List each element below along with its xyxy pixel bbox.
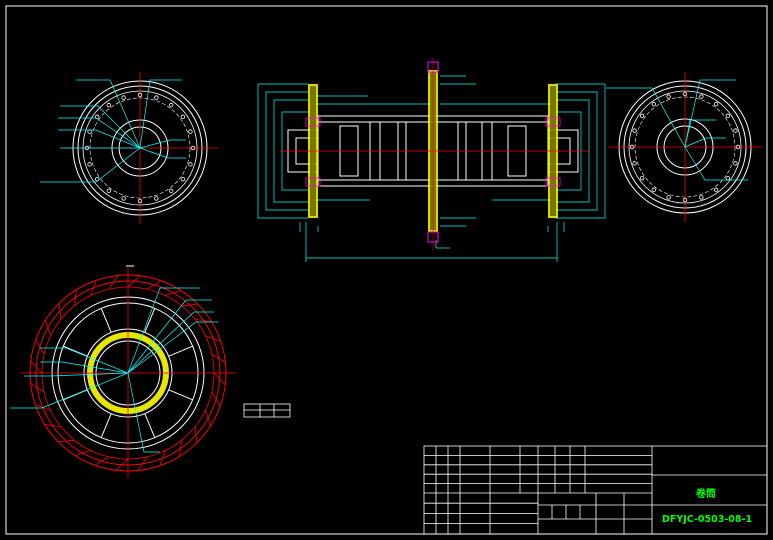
cad-drawing [0,0,773,540]
drawing-number: DFYJC-0503-08-1 [662,514,753,525]
drawing-title: 卷筒 [696,489,716,500]
